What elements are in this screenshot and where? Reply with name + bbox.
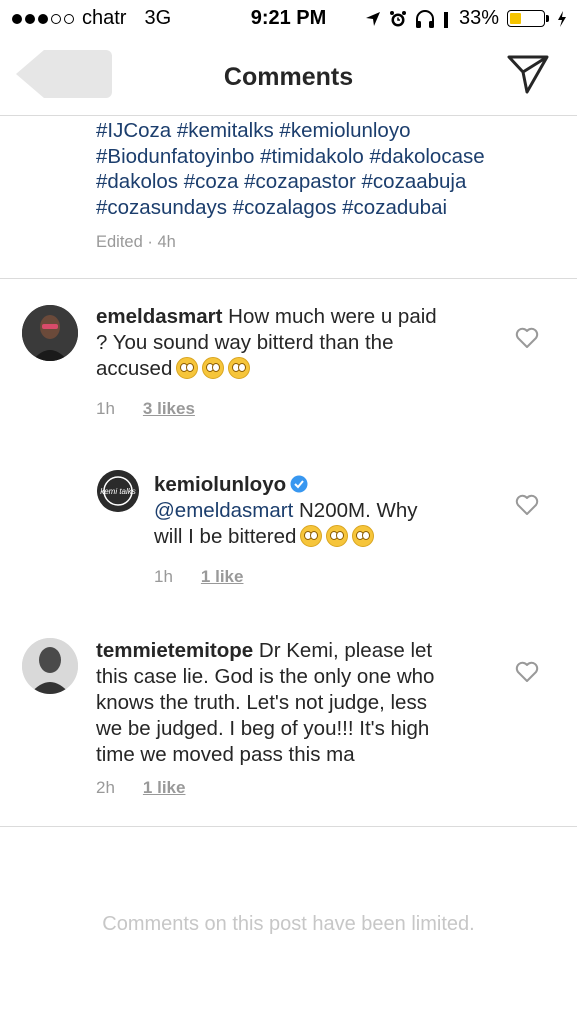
comment-text: Dr Kemi, please let — [253, 639, 433, 662]
eye-roll-emoji-icon — [228, 357, 251, 379]
avatar-logo-text: kemi talks — [100, 487, 136, 496]
nav-bar: Comments — [0, 38, 577, 116]
direct-share-icon[interactable] — [507, 54, 549, 94]
avatar[interactable] — [22, 305, 78, 361]
avatar[interactable] — [22, 638, 78, 694]
comment-time: 2h — [96, 778, 115, 797]
comment-likes-link[interactable]: 1 like — [201, 567, 244, 586]
comment-text: N200M. Why — [293, 499, 418, 522]
hashtag-line[interactable]: #Biodunfatoyinbo #timidakolo #dakolocase — [96, 144, 556, 170]
caption-hashtags: #IJCoza #kemitalks #kemiolunloyo #Biodun… — [96, 118, 556, 256]
comment-body: emeldasmart How much were u paid ? You s… — [96, 304, 496, 382]
avatar[interactable]: kemi talks — [97, 470, 139, 512]
hashtag-line[interactable]: #cozasundays #cozalagos #cozadubai — [96, 195, 556, 221]
hashtag-line[interactable]: #dakolos #coza #cozapastor #cozaabuja — [96, 169, 556, 195]
eye-roll-emoji-icon — [176, 357, 199, 379]
alarm-icon — [389, 10, 406, 26]
comment-text: How much were u paid — [222, 305, 437, 328]
comment-meta: 1h 1 like — [154, 567, 243, 587]
eye-roll-emoji-icon — [300, 525, 323, 547]
comment-text: will I be bittered — [154, 525, 297, 548]
kemitalks-logo-icon: kemi talks — [97, 470, 139, 512]
like-heart-icon[interactable] — [515, 494, 539, 516]
battery-icon — [507, 10, 549, 27]
battery-percent: 33% — [458, 7, 499, 29]
eye-roll-emoji-icon — [352, 525, 375, 547]
comment-text: time we moved pass this ma — [96, 743, 355, 766]
comment-username[interactable]: emeldasmart — [96, 305, 222, 328]
headphones-icon — [415, 9, 434, 28]
comment-body: kemiolunloyo @emeldasmart N200M. Why wil… — [154, 472, 494, 550]
location-arrow-icon — [365, 11, 380, 26]
avatar-image — [22, 638, 78, 694]
comment-text: accused — [96, 357, 173, 380]
comment-text: knows the truth. Let's not judge, less — [96, 691, 427, 714]
comment-text: we be judged. I beg of you!!! It's high — [96, 717, 430, 740]
bluetooth-level-icon — [443, 11, 448, 28]
comment-username[interactable]: temmietemitope — [96, 639, 253, 662]
divider — [0, 826, 577, 827]
comment-body: temmietemitope Dr Kemi, please let this … — [96, 638, 496, 768]
eye-roll-emoji-icon — [202, 357, 225, 379]
comment-likes-link[interactable]: 3 likes — [143, 399, 195, 418]
verified-badge-icon — [290, 475, 308, 493]
comment-time: 1h — [96, 399, 115, 418]
battery-fill — [510, 13, 521, 24]
like-heart-icon[interactable] — [515, 327, 539, 349]
page-title: Comments — [223, 63, 354, 91]
charging-bolt-icon — [558, 10, 566, 27]
status-right: 33% — [365, 7, 567, 30]
comment-username[interactable]: kemiolunloyo — [154, 473, 286, 496]
comment-meta: 1h 3 likes — [96, 399, 195, 419]
comment-text: this case lie. God is the only one who — [96, 665, 435, 688]
comment-likes-link[interactable]: 1 like — [143, 778, 186, 797]
comment-meta: 2h 1 like — [96, 778, 185, 798]
eye-roll-emoji-icon — [326, 525, 349, 547]
comments-limited-notice: Comments on this post have been limited. — [102, 913, 475, 935]
comment-time: 1h — [154, 567, 173, 586]
hashtag-line[interactable]: #IJCoza #kemitalks #kemiolunloyo — [96, 118, 556, 144]
status-bar: chatr 3G 9:21 PM 33% — [0, 0, 577, 38]
avatar-image — [22, 305, 78, 361]
mention-link[interactable]: @emeldasmart — [154, 499, 293, 522]
like-heart-icon[interactable] — [515, 661, 539, 683]
comment-text: ? You sound way bitterd than the — [96, 331, 394, 354]
caption-meta: Edited · 4h — [96, 233, 176, 251]
divider — [0, 278, 577, 279]
